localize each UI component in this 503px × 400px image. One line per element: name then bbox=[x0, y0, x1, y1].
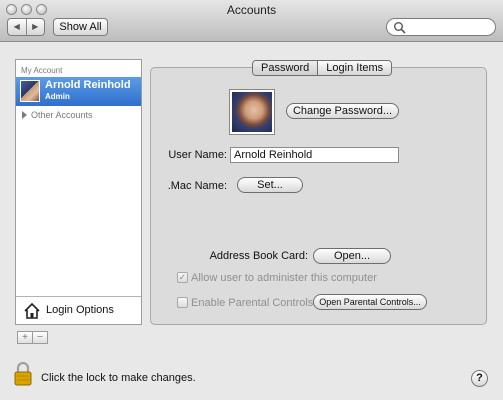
window-title: Accounts bbox=[226, 3, 277, 17]
account-list-item-selected[interactable]: Arnold Reinhold Admin bbox=[16, 77, 141, 106]
login-options-item[interactable]: Login Options bbox=[16, 296, 141, 324]
tab-bar: Password Login Items bbox=[252, 60, 393, 76]
user-name-field[interactable]: Arnold Reinhold bbox=[230, 147, 399, 163]
help-button[interactable]: ? bbox=[471, 370, 488, 387]
mac-name-label: .Mac Name: bbox=[167, 180, 227, 192]
show-all-button[interactable]: Show All bbox=[53, 18, 108, 36]
account-role: Admin bbox=[45, 92, 70, 101]
parental-controls-checkbox[interactable] bbox=[177, 297, 188, 308]
tab-login-items[interactable]: Login Items bbox=[317, 61, 392, 75]
open-parental-controls-button[interactable]: Open Parental Controls... bbox=[313, 294, 427, 310]
avatar bbox=[20, 80, 40, 102]
parental-controls-label: Enable Parental Controls bbox=[191, 297, 314, 309]
chevron-left-icon[interactable]: ◀ bbox=[8, 19, 26, 35]
change-password-button[interactable]: Change Password... bbox=[286, 103, 399, 119]
user-photo bbox=[232, 92, 272, 132]
lock-icon[interactable] bbox=[14, 362, 32, 386]
disclosure-triangle-icon bbox=[22, 111, 27, 119]
set-mac-name-button[interactable]: Set... bbox=[237, 177, 303, 193]
back-forward-control: ◀ ▶ bbox=[7, 18, 45, 36]
allow-admin-label: Allow user to administer this computer bbox=[191, 272, 377, 284]
other-accounts-label: Other Accounts bbox=[31, 110, 93, 120]
search-field[interactable] bbox=[386, 18, 496, 36]
my-account-heading: My Account bbox=[21, 66, 63, 75]
user-name-label: User Name: bbox=[168, 149, 227, 161]
add-remove-control: + − bbox=[17, 331, 48, 344]
login-options-label: Login Options bbox=[46, 304, 114, 316]
chevron-right-icon[interactable]: ▶ bbox=[25, 19, 45, 35]
tab-password[interactable]: Password bbox=[253, 61, 318, 75]
other-accounts-disclosure[interactable]: Other Accounts bbox=[22, 110, 93, 120]
lock-status-text: Click the lock to make changes. bbox=[41, 372, 196, 384]
remove-account-button[interactable]: − bbox=[32, 332, 47, 343]
address-book-card-label: Address Book Card: bbox=[209, 250, 308, 262]
allow-admin-checkbox[interactable]: ✓ bbox=[177, 272, 188, 283]
open-address-book-button[interactable]: Open... bbox=[313, 248, 391, 264]
accounts-sidebar: My Account Arnold Reinhold Admin Other A… bbox=[15, 59, 142, 325]
accounts-window: Accounts ◀ ▶ Show All My Account Arnold … bbox=[0, 0, 503, 400]
user-picture[interactable] bbox=[229, 89, 275, 135]
account-name: Arnold Reinhold bbox=[45, 79, 131, 91]
house-icon bbox=[24, 302, 40, 319]
title-toolbar: Accounts ◀ ▶ Show All bbox=[0, 0, 503, 42]
add-account-button[interactable]: + bbox=[18, 332, 32, 343]
search-icon bbox=[394, 22, 406, 34]
